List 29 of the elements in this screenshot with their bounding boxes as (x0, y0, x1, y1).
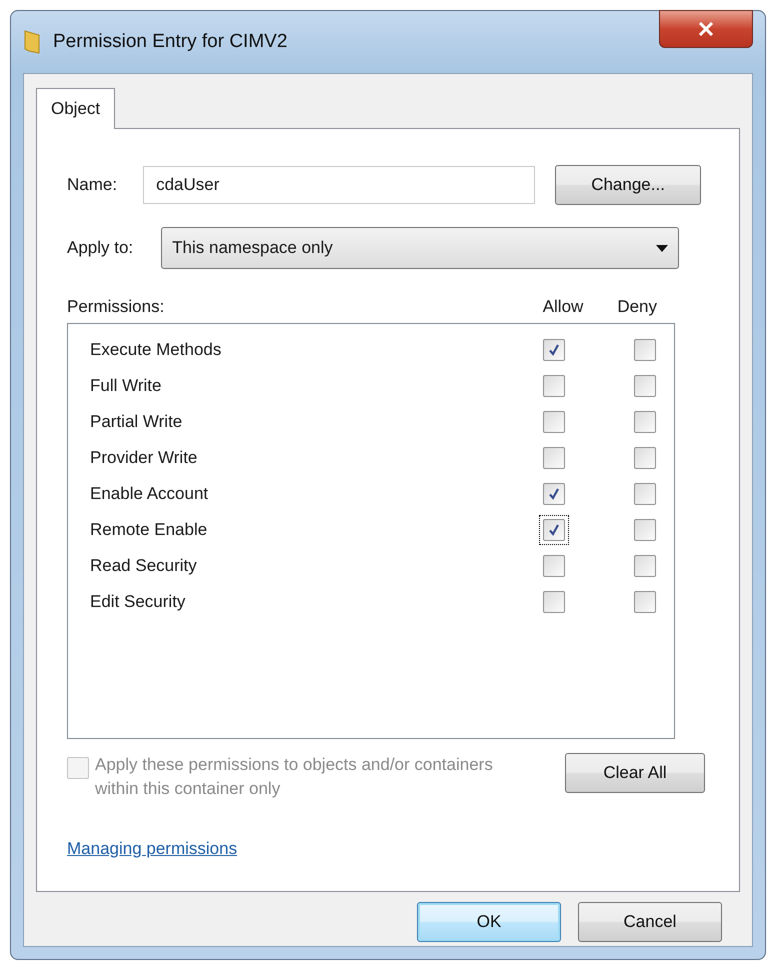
permission-name: Enable Account (89, 484, 210, 504)
name-label: Name: (67, 175, 118, 195)
name-field[interactable]: cdaUser (143, 166, 536, 204)
column-header: Allow (542, 297, 584, 317)
help-link[interactable]: Managing permissions (67, 839, 238, 859)
apply-to-dropdown[interactable]: This namespace only (161, 227, 680, 269)
apply-checkbox-label: Apply these permissions to objects and/or containers within this container only (95, 754, 494, 800)
close-icon (698, 22, 714, 36)
column-header: Deny (617, 297, 657, 317)
dropdown-arrow-icon (656, 244, 668, 252)
apply-to-label: Apply to: (67, 238, 134, 258)
checkbox[interactable] (539, 515, 570, 545)
clear-all-button[interactable]: Clear All (565, 753, 705, 793)
dialog-button[interactable]: OK (417, 902, 561, 942)
permission-name: Read Security (89, 556, 198, 576)
permission-name: Edit Security (89, 592, 186, 612)
change-button[interactable]: Change... (555, 165, 702, 205)
window-title: Permission Entry for CIMV2 (53, 31, 288, 53)
close-button[interactable] (659, 10, 753, 48)
permission-name: Provider Write (89, 448, 198, 468)
folder-icon (23, 29, 41, 55)
dropdown-value: This namespace only (172, 238, 333, 258)
permission-name: Partial Write (89, 412, 184, 432)
tab[interactable]: Object (36, 88, 116, 129)
permission-name: Execute Methods (89, 340, 222, 360)
permission-name: Remote Enable (89, 520, 208, 540)
permissions-label: Permissions: (67, 297, 164, 317)
permission-name: Full Write (89, 376, 162, 396)
dialog-button[interactable]: Cancel (578, 902, 722, 942)
